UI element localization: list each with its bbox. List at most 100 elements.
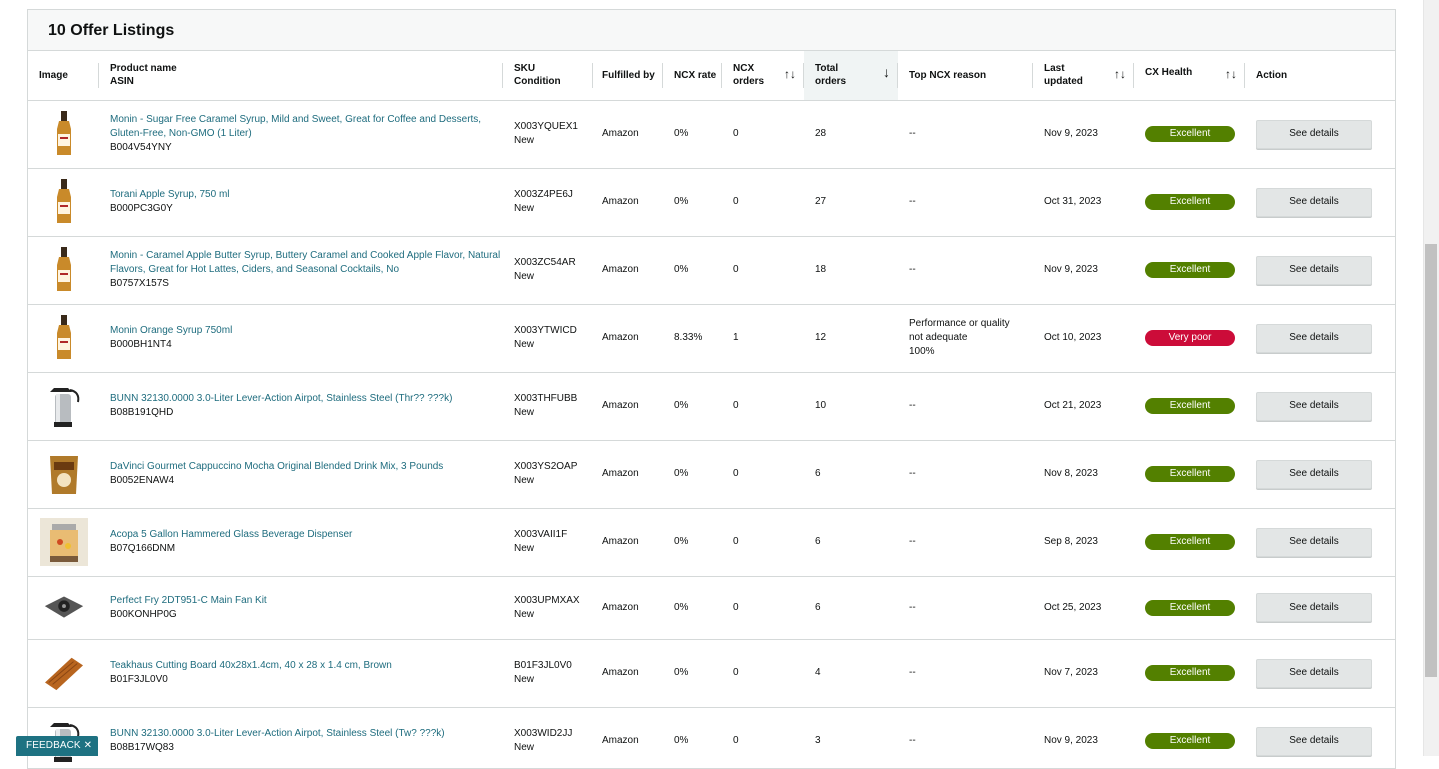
condition-text: New [514, 608, 535, 620]
ncx-rate-cell: 0% [663, 440, 722, 509]
last-updated-cell: Sep 8, 2023 [1033, 508, 1134, 577]
reason-text: -- [909, 601, 916, 613]
total-orders-cell: 10 [804, 372, 898, 441]
product-image-cell [28, 440, 99, 509]
col-total-orders[interactable]: Total orders ↓ [804, 51, 898, 101]
sku-text: X003UPMXAX [514, 594, 580, 606]
sku-cell: X003Z4PE6J New [503, 168, 593, 237]
ncx-rate-cell: 0% [663, 707, 722, 768]
product-name-link[interactable]: BUNN 32130.0000 3.0-Liter Lever-Action A… [110, 392, 503, 406]
table-row: Monin - Caramel Apple Butter Syrup, Butt… [28, 236, 1395, 305]
action-cell: See details [1245, 236, 1395, 305]
product-image-cell [28, 576, 99, 640]
product-name-link[interactable]: BUNN 32130.0000 3.0-Liter Lever-Action A… [110, 727, 503, 741]
sort-both-icon[interactable]: ↑↓ [1225, 68, 1237, 81]
sku-text: X003VAII1F [514, 529, 568, 540]
product-name-link[interactable]: Monin - Caramel Apple Butter Syrup, Butt… [110, 249, 503, 277]
ncx-orders-cell: 0 [722, 639, 804, 708]
see-details-button[interactable]: See details [1256, 527, 1372, 557]
syrup-bottle-icon[interactable] [44, 314, 84, 362]
sku-text: X003YTWICD [514, 325, 577, 336]
table-header-row: Image Product name ASIN SKU Condition Fu… [28, 51, 1395, 101]
see-details-button[interactable]: See details [1256, 726, 1372, 756]
syrup-bottle-icon[interactable] [44, 178, 84, 226]
sku-text: X003Z4PE6J [514, 189, 573, 200]
see-details-button[interactable]: See details [1256, 459, 1372, 489]
ncx-rate-cell: 8.33% [663, 304, 722, 373]
see-details-button[interactable]: See details [1256, 187, 1372, 217]
product-name-link[interactable]: Monin Orange Syrup 750ml [110, 324, 503, 338]
reason-text: -- [909, 196, 916, 207]
last-updated-cell: Oct 21, 2023 [1033, 372, 1134, 441]
airpot-icon[interactable] [44, 382, 84, 430]
sort-both-icon[interactable]: ↑↓ [784, 68, 796, 81]
see-details-button[interactable]: See details [1256, 391, 1372, 421]
page-title: 10 Offer Listings [48, 21, 175, 39]
product-cell: Acopa 5 Gallon Hammered Glass Beverage D… [99, 508, 503, 577]
product-cell: Monin Orange Syrup 750ml B000BH1NT4 [99, 304, 503, 373]
col-fulfilled-by: Fulfilled by [593, 51, 663, 101]
condition-text: New [514, 543, 535, 554]
condition-text: New [514, 339, 535, 350]
total-orders-cell: 3 [804, 707, 898, 768]
col-ncx-orders[interactable]: NCX orders ↑↓ [722, 51, 804, 101]
ncx-orders-cell: 0 [722, 372, 804, 441]
asin-text: B07Q166DNM [110, 543, 176, 554]
table-row: Monin Orange Syrup 750ml B000BH1NT4 X003YT… [28, 304, 1395, 373]
action-cell: See details [1245, 707, 1395, 768]
ncx-rate-cell: 0% [663, 100, 722, 169]
total-orders-cell: 6 [804, 576, 898, 640]
fan-kit-icon[interactable] [41, 592, 87, 624]
cx-health-cell: Excellent [1134, 576, 1245, 640]
product-name-link[interactable]: DaVinci Gourmet Cappuccino Mocha Origina… [110, 460, 503, 474]
see-details-button[interactable]: See details [1256, 593, 1372, 622]
beverage-dispenser-icon[interactable] [40, 518, 88, 566]
asin-text: B0052ENAW4 [110, 475, 175, 486]
scrollbar-thumb[interactable] [1425, 244, 1437, 677]
ncx-rate-cell: 0% [663, 639, 722, 708]
asin-text: B0757X157S [110, 278, 169, 289]
sort-both-icon[interactable]: ↑↓ [1114, 68, 1126, 81]
product-name-link[interactable]: Torani Apple Syrup, 750 ml [110, 188, 503, 202]
see-details-button[interactable]: See details [1256, 255, 1372, 285]
top-ncx-reason-cell: -- [898, 100, 1033, 169]
action-cell: See details [1245, 639, 1395, 708]
see-details-button[interactable]: See details [1256, 323, 1372, 353]
cx-health-cell: Excellent [1134, 100, 1245, 169]
product-name-link[interactable]: Teakhaus Cutting Board 40x28x1.4cm, 40 x… [110, 659, 503, 673]
product-image-cell [28, 168, 99, 237]
see-details-button[interactable]: See details [1256, 119, 1372, 149]
col-last-updated[interactable]: Last updated ↑↓ [1033, 51, 1134, 101]
table-row: Acopa 5 Gallon Hammered Glass Beverage D… [28, 508, 1395, 577]
top-ncx-reason-cell: -- [898, 707, 1033, 768]
ncx-rate-cell: 0% [663, 236, 722, 305]
condition-text: New [514, 742, 535, 753]
last-updated-cell: Nov 9, 2023 [1033, 236, 1134, 305]
sku-cell: B01F3JL0V0 New [503, 639, 593, 708]
syrup-bottle-icon[interactable] [44, 110, 84, 158]
syrup-bottle-icon[interactable] [44, 246, 84, 294]
sku-cell: X003ZC54AR New [503, 236, 593, 305]
sort-down-icon[interactable]: ↓ [883, 65, 890, 79]
top-ncx-reason-cell: -- [898, 168, 1033, 237]
card-header: 10 Offer Listings [28, 10, 1395, 51]
feedback-button[interactable]: FEEDBACK ✕ [16, 736, 99, 756]
ncx-orders-cell: 0 [722, 707, 804, 768]
product-name-link[interactable]: Acopa 5 Gallon Hammered Glass Beverage D… [110, 528, 503, 542]
see-details-button[interactable]: See details [1256, 658, 1372, 688]
table-row: Teakhaus Cutting Board 40x28x1.4cm, 40 x… [28, 639, 1395, 708]
col-cx-health[interactable]: CX Health ↑↓ [1134, 51, 1245, 101]
product-name-link[interactable]: Perfect Fry 2DT951-C Main Fan Kit [110, 594, 503, 608]
cutting-board-icon[interactable] [41, 654, 87, 692]
drink-mix-pouch-icon[interactable] [44, 450, 84, 498]
last-updated-cell: Oct 31, 2023 [1033, 168, 1134, 237]
status-badge: Excellent [1145, 262, 1235, 278]
product-image-cell [28, 100, 99, 169]
status-badge: Excellent [1145, 194, 1235, 210]
status-badge: Excellent [1145, 126, 1235, 142]
top-ncx-reason-cell: -- [898, 576, 1033, 640]
product-name-link[interactable]: Monin - Sugar Free Caramel Syrup, Mild a… [110, 113, 503, 141]
reason-text: -- [909, 264, 916, 275]
cx-health-cell: Excellent [1134, 707, 1245, 768]
last-updated-cell: Nov 9, 2023 [1033, 707, 1134, 768]
